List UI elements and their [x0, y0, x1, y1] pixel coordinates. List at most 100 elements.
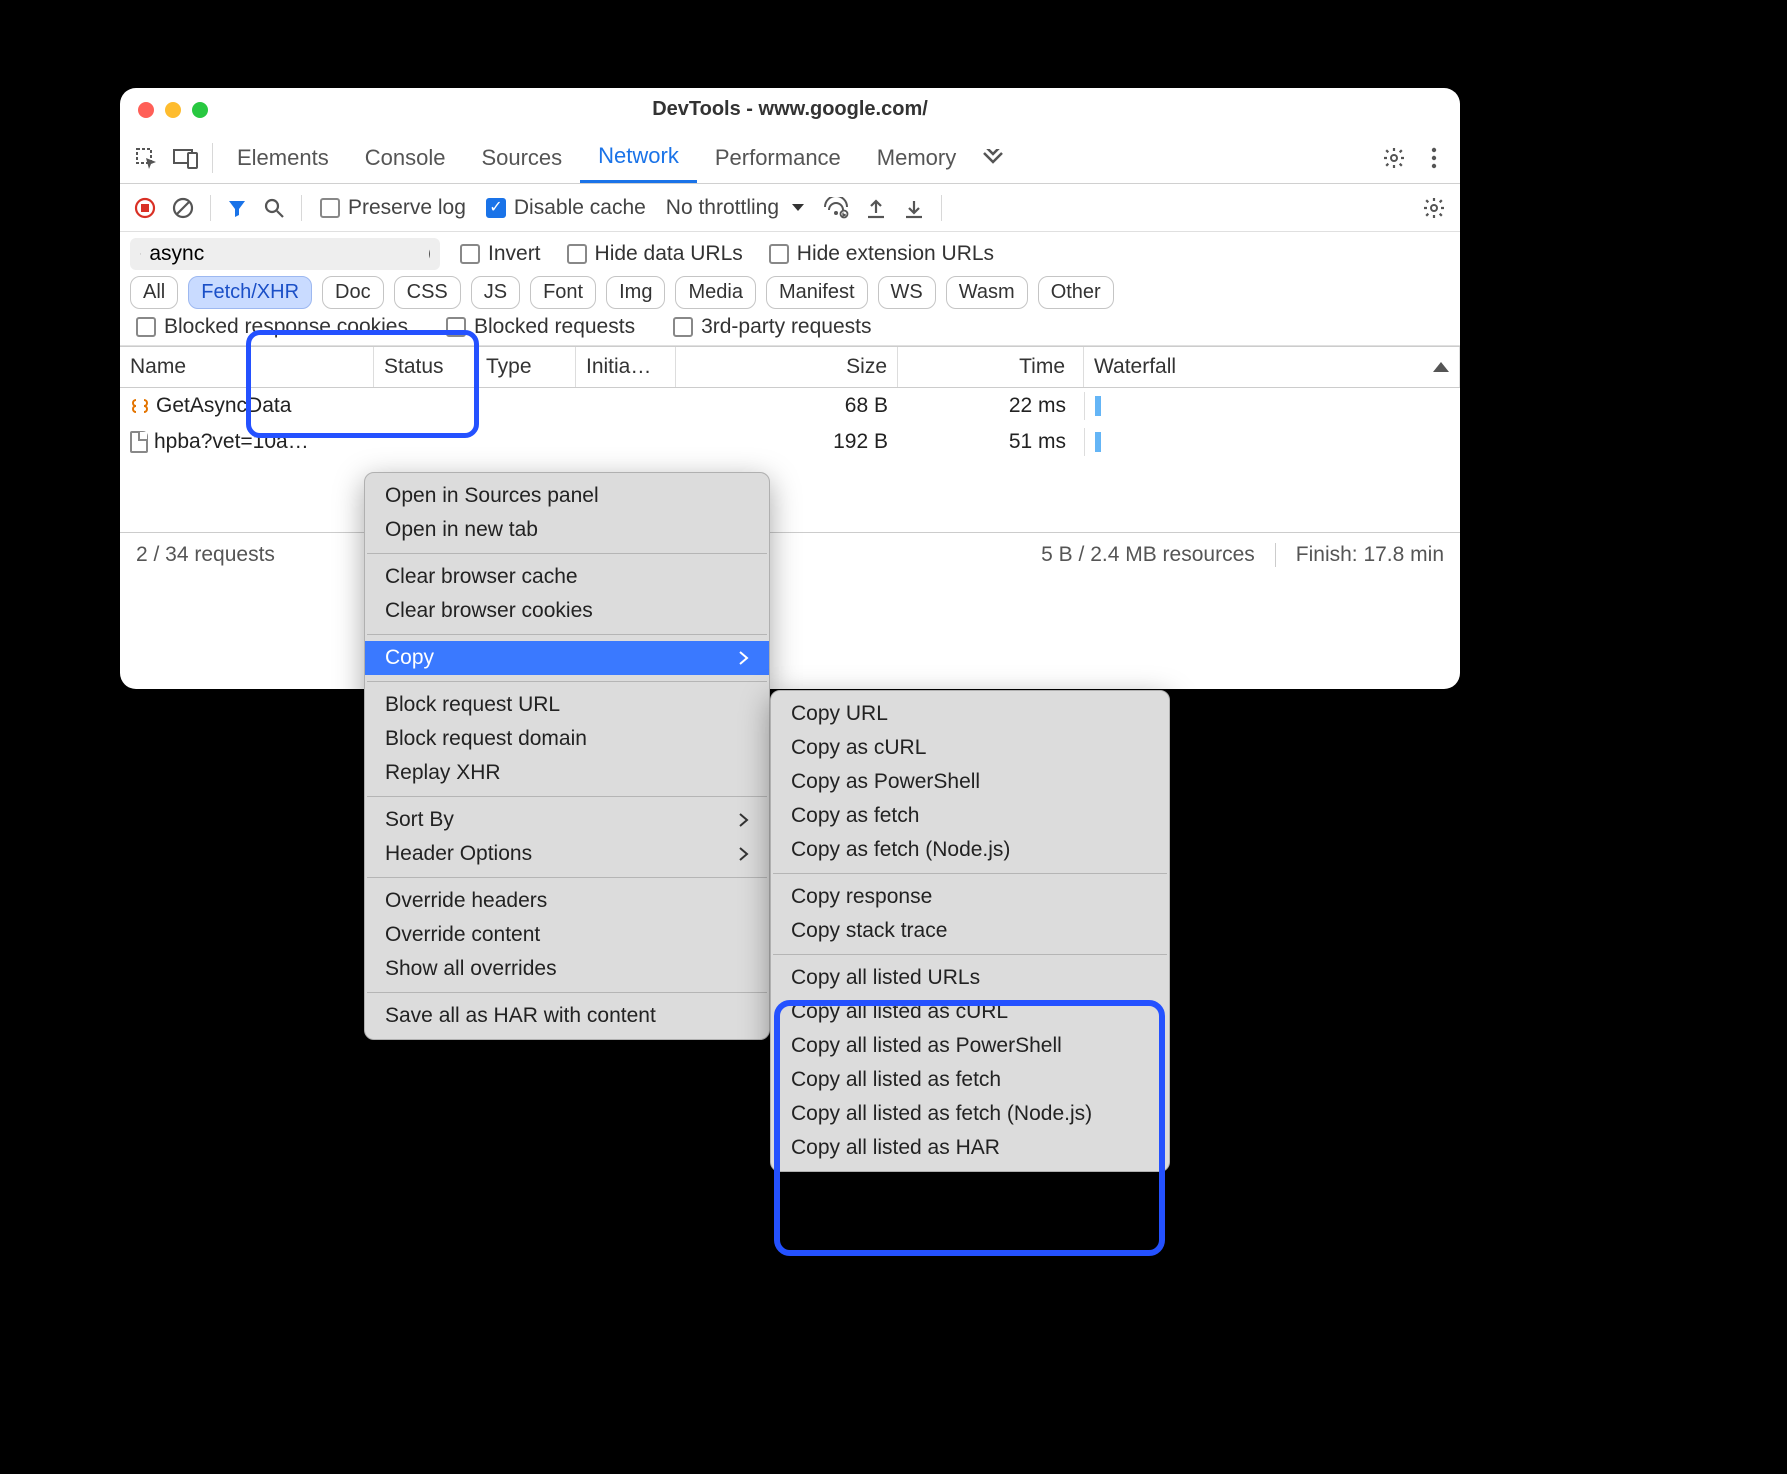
funnel-icon: [140, 245, 141, 263]
menu-item[interactable]: Copy as fetch (Node.js): [771, 833, 1169, 867]
network-settings-gear-icon[interactable]: [1418, 192, 1450, 224]
copy-submenu: Copy URLCopy as cURLCopy as PowerShellCo…: [770, 690, 1170, 1172]
request-size: 68 B: [676, 390, 898, 422]
menu-item[interactable]: Open in new tab: [365, 513, 769, 547]
tab-console[interactable]: Console: [347, 132, 464, 183]
menu-item[interactable]: Copy as fetch: [771, 799, 1169, 833]
menu-item[interactable]: Copy all listed as cURL: [771, 995, 1169, 1029]
filter-pill-other[interactable]: Other: [1038, 276, 1114, 309]
menu-item[interactable]: Override content: [365, 918, 769, 952]
search-icon[interactable]: [259, 193, 289, 223]
hide-data-urls-checkbox[interactable]: Hide data URLs: [561, 242, 749, 266]
menu-item[interactable]: Copy: [365, 641, 769, 675]
download-har-icon[interactable]: [899, 193, 929, 223]
filter-pill-media[interactable]: Media: [675, 276, 755, 309]
menu-item[interactable]: Copy all listed as fetch (Node.js): [771, 1097, 1169, 1131]
tab-performance[interactable]: Performance: [697, 132, 859, 183]
chevron-right-icon: [739, 847, 749, 861]
more-tabs-icon[interactable]: [974, 149, 1012, 167]
menu-item[interactable]: Copy all listed URLs: [771, 961, 1169, 995]
filter-input-wrap: [130, 238, 440, 270]
filter-pill-css[interactable]: CSS: [394, 276, 461, 309]
menu-item[interactable]: Copy as PowerShell: [771, 765, 1169, 799]
tab-sources[interactable]: Sources: [463, 132, 580, 183]
traffic-lights: [138, 102, 208, 118]
settings-gear-icon[interactable]: [1374, 138, 1414, 178]
throttling-value: No throttling: [666, 196, 779, 220]
network-conditions-icon[interactable]: [819, 193, 853, 223]
menu-item[interactable]: Clear browser cache: [365, 560, 769, 594]
col-type[interactable]: Type: [476, 347, 576, 387]
close-icon[interactable]: [138, 102, 154, 118]
menu-item[interactable]: Override headers: [365, 884, 769, 918]
clear-filter-icon[interactable]: [428, 243, 430, 265]
preserve-log-checkbox[interactable]: Preserve log: [314, 196, 472, 220]
menu-item[interactable]: Open in Sources panel: [365, 479, 769, 513]
requests-count: 2 / 34 requests: [136, 543, 275, 567]
hide-extension-urls-checkbox[interactable]: Hide extension URLs: [763, 242, 1000, 266]
menu-item[interactable]: Block request URL: [365, 688, 769, 722]
resources-transferred: 5 B / 2.4 MB resources: [1041, 543, 1255, 567]
menu-item[interactable]: Copy as cURL: [771, 731, 1169, 765]
menu-item[interactable]: Copy response: [771, 880, 1169, 914]
context-menu: Open in Sources panelOpen in new tab Clea…: [364, 472, 770, 1040]
file-icon: [130, 431, 148, 453]
device-toolbar-icon[interactable]: [166, 138, 206, 178]
record-button[interactable]: [130, 193, 160, 223]
request-time: 22 ms: [898, 390, 1084, 422]
filter-pill-ws[interactable]: WS: [878, 276, 936, 309]
filter-pill-all[interactable]: All: [130, 276, 178, 309]
request-name: GetAsyncData: [156, 394, 291, 418]
filter-input[interactable]: [149, 242, 420, 266]
menu-item[interactable]: Replay XHR: [365, 756, 769, 790]
blocked-cookies-checkbox[interactable]: Blocked response cookies: [130, 315, 414, 339]
menu-item[interactable]: Block request domain: [365, 722, 769, 756]
menu-item[interactable]: Copy all listed as HAR: [771, 1131, 1169, 1165]
menu-item[interactable]: Save all as HAR with content: [365, 999, 769, 1033]
tab-memory[interactable]: Memory: [859, 132, 974, 183]
menu-item[interactable]: Copy all listed as fetch: [771, 1063, 1169, 1097]
col-waterfall[interactable]: Waterfall: [1084, 347, 1460, 387]
filter-pill-font[interactable]: Font: [530, 276, 596, 309]
filter-pill-doc[interactable]: Doc: [322, 276, 384, 309]
upload-har-icon[interactable]: [861, 193, 891, 223]
menu-item[interactable]: Show all overrides: [365, 952, 769, 986]
disable-cache-checkbox[interactable]: ✓Disable cache: [480, 196, 652, 220]
finish-time: Finish: 17.8 min: [1296, 543, 1444, 567]
kebab-menu-icon[interactable]: [1414, 138, 1454, 178]
col-status[interactable]: Status: [374, 347, 476, 387]
tab-network[interactable]: Network: [580, 132, 697, 183]
request-time: 51 ms: [898, 426, 1084, 458]
menu-item[interactable]: Copy stack trace: [771, 914, 1169, 948]
menu-item[interactable]: Sort By: [365, 803, 769, 837]
clear-button[interactable]: [168, 193, 198, 223]
menu-item[interactable]: Copy URL: [771, 697, 1169, 731]
col-name[interactable]: Name: [120, 347, 374, 387]
filter-pill-manifest[interactable]: Manifest: [766, 276, 868, 309]
menu-item[interactable]: Header Options: [365, 837, 769, 871]
col-time[interactable]: Time: [898, 347, 1084, 387]
fullscreen-icon[interactable]: [192, 102, 208, 118]
inspect-element-icon[interactable]: [126, 138, 166, 178]
invert-checkbox[interactable]: Invert: [454, 242, 547, 266]
waterfall-bar: [1095, 396, 1101, 416]
filter-pill-wasm[interactable]: Wasm: [946, 276, 1028, 309]
filter-pill-fetchxhr[interactable]: Fetch/XHR: [188, 276, 312, 309]
tab-elements[interactable]: Elements: [219, 132, 347, 183]
blocked-requests-checkbox[interactable]: Blocked requests: [440, 315, 641, 339]
filter-bar: Invert Hide data URLs Hide extension URL…: [120, 232, 1460, 346]
table-row[interactable]: hpba?vet=10a…192 B51 ms: [120, 424, 1460, 460]
network-table-body: GetAsyncData 68 B22 mshpba?vet=10a…192 B5…: [120, 388, 1460, 532]
filter-pill-img[interactable]: Img: [606, 276, 665, 309]
minimize-icon[interactable]: [165, 102, 181, 118]
filter-pill-js[interactable]: JS: [471, 276, 520, 309]
table-row[interactable]: GetAsyncData 68 B22 ms: [120, 388, 1460, 424]
col-size[interactable]: Size: [676, 347, 898, 387]
col-initiator[interactable]: Initia…: [576, 347, 676, 387]
filter-icon[interactable]: [223, 194, 251, 222]
third-party-checkbox[interactable]: 3rd-party requests: [667, 315, 877, 339]
menu-item[interactable]: Copy all listed as PowerShell: [771, 1029, 1169, 1063]
menu-item[interactable]: Clear browser cookies: [365, 594, 769, 628]
devtools-window: DevTools - www.google.com/ ElementsConso…: [120, 88, 1460, 689]
throttling-select[interactable]: No throttling: [660, 196, 811, 220]
